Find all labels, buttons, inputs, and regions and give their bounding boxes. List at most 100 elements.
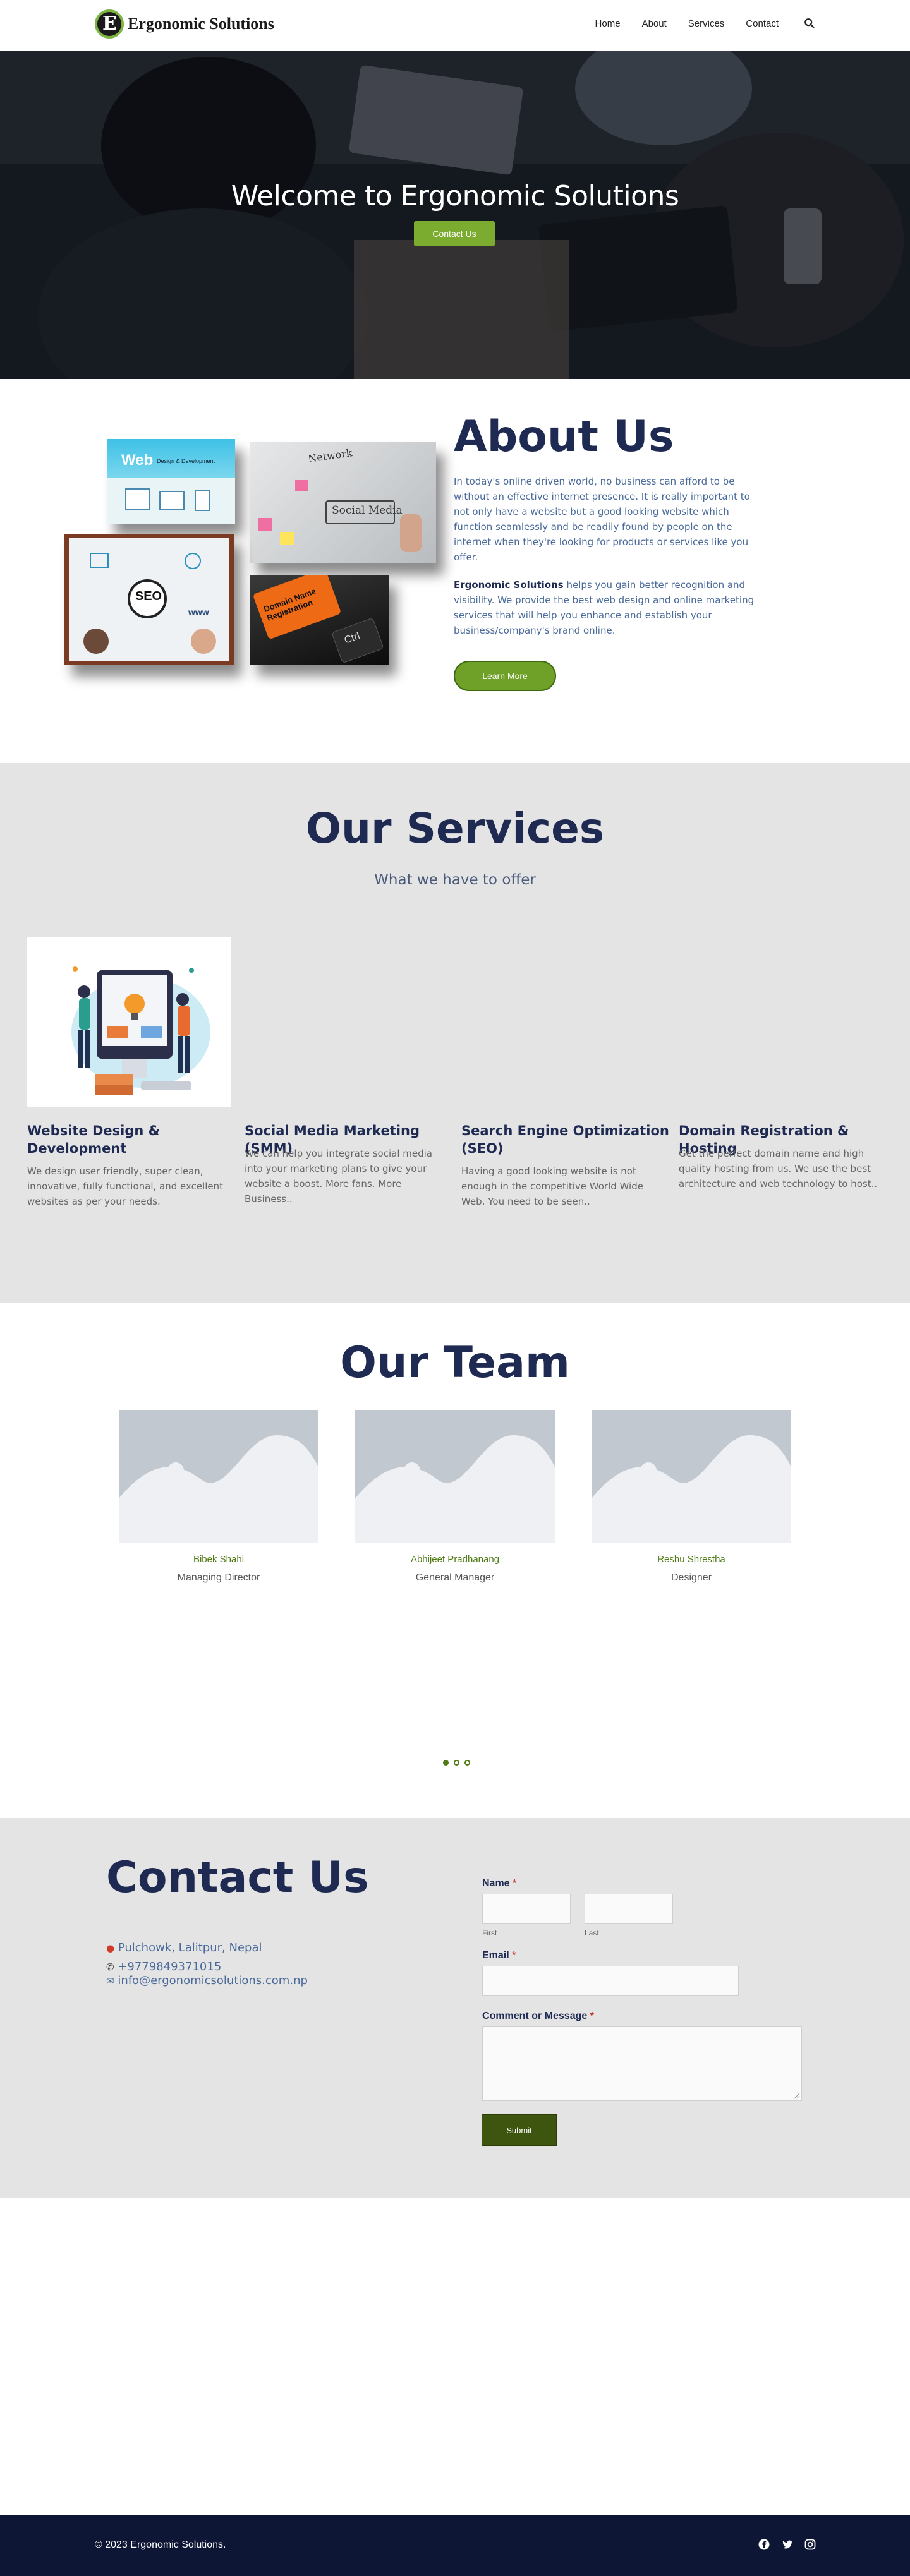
service-text-web-design: We design user friendly, super clean, in… [27, 1165, 224, 1207]
team-member-name: Reshu Shrestha [657, 1554, 725, 1565]
last-name-input[interactable] [585, 1894, 673, 1924]
name-label: Name * [482, 1878, 516, 1889]
hand-shape [191, 629, 216, 654]
team-member-photo [119, 1410, 318, 1543]
page: E Ergonomic Solutions Home About Service… [0, 0, 910, 2576]
team-member-photo [592, 1410, 791, 1543]
footer-copyright: © 2023 Ergonomic Solutions. [95, 2539, 226, 2550]
carousel-dot[interactable] [443, 1760, 449, 1766]
services-title: Our Services [305, 804, 605, 853]
resize-handle-icon[interactable] [794, 2093, 800, 2099]
logo-text: Ergonomic Solutions [128, 15, 274, 33]
web-image-subtitle: Design & Development [157, 458, 215, 464]
email-label: Email * [482, 1950, 516, 1961]
message-label-text: Comment or Message [482, 2011, 588, 2021]
required-mark: * [590, 2011, 594, 2021]
nav-home[interactable]: Home [595, 18, 621, 29]
contact-email: ✉ info@ergonomicsolutions.com.np [106, 1974, 308, 1988]
service-text-smm: We can help you integrate social media i… [245, 1148, 432, 1205]
site-footer: © 2023 Ergonomic Solutions. [0, 2515, 910, 2576]
services-subtitle: What we have to offer [374, 872, 536, 888]
domain-registration-image: Domain Name Registration Ctrl [250, 575, 389, 665]
about-company-name: Ergonomic Solutions [454, 579, 564, 591]
sticky-note [280, 532, 294, 545]
email-icon: ✉ [106, 1975, 114, 1987]
team-member-name: Bibek Shahi [193, 1554, 245, 1565]
team-member-role: General Manager [415, 1572, 495, 1583]
nav-contact[interactable]: Contact [746, 18, 779, 29]
contact-email-text: info@ergonomicsolutions.com.np [118, 1974, 308, 1987]
team-member-photo [355, 1410, 555, 1543]
main-nav: Home About Services Contact [574, 18, 815, 29]
hero-background-image [0, 51, 910, 379]
logo-mark: E [95, 9, 124, 39]
phone-shape [195, 490, 210, 511]
about-paragraph-2: Ergonomic Solutions helps you gain bette… [454, 577, 763, 638]
nav-services[interactable]: Services [688, 18, 725, 29]
site-header: E Ergonomic Solutions Home About Service… [0, 0, 910, 51]
contact-address: ● Pulchowk, Lalitpur, Nepal [106, 1941, 262, 1955]
tablet-shape [159, 491, 185, 510]
web-image-title: Web [121, 452, 154, 469]
about-title: About Us [454, 412, 674, 462]
nav-about[interactable]: About [642, 18, 667, 29]
sticky-note [295, 480, 308, 491]
carousel-dot[interactable] [464, 1760, 470, 1766]
contact-phone: ✆ +9779849371015 [106, 1960, 221, 1974]
twitter-icon[interactable] [781, 2538, 794, 2551]
team-member-name: Abhijeet Pradhanang [410, 1554, 500, 1565]
name-label-text: Name [482, 1878, 510, 1889]
seo-text: SEO [135, 589, 162, 603]
image-placeholder-icon [355, 1410, 555, 1543]
message-label: Comment or Message * [482, 2011, 594, 2022]
service-title-web-design: Website Design & Development [27, 1123, 160, 1156]
service-text-seo: Having a good looking website is not eno… [461, 1165, 643, 1207]
service-text-domain-hosting: Get the perfect domain name and high qua… [679, 1148, 878, 1189]
social-media-text: Social Media [332, 504, 403, 517]
submit-button[interactable]: Submit [482, 2114, 557, 2146]
first-name-sublabel: First [482, 1929, 497, 1937]
email-label-text: Email [482, 1950, 509, 1961]
contact-address-text: Pulchowk, Lalitpur, Nepal [118, 1941, 262, 1954]
carousel-dots [440, 1760, 473, 1766]
team-title: Our Team [340, 1338, 570, 1388]
www-text: www [188, 607, 209, 617]
hand-shape [400, 514, 422, 552]
sticky-note [258, 518, 272, 531]
hero-section: Welcome to Ergonomic Solutions Contact U… [0, 51, 910, 379]
facebook-icon[interactable] [758, 2538, 770, 2551]
instagram-icon[interactable] [804, 2538, 816, 2551]
map-pin-icon: ● [106, 1942, 115, 1954]
required-mark: * [512, 1950, 516, 1961]
email-input[interactable] [482, 1966, 739, 1996]
seo-image: SEO www [64, 534, 234, 665]
learn-more-button[interactable]: Learn More [454, 661, 556, 691]
required-mark: * [513, 1878, 517, 1889]
seo-icon-box [90, 553, 109, 568]
hand-shape [83, 629, 109, 654]
first-name-input[interactable] [482, 1894, 571, 1924]
search-icon[interactable] [804, 18, 815, 29]
social-media-image: Network Social Media [250, 442, 436, 563]
image-placeholder-icon [119, 1410, 318, 1543]
hero-contact-button[interactable]: Contact Us [414, 221, 495, 246]
image-placeholder-icon [592, 1410, 791, 1543]
logo-letter: E [102, 13, 117, 35]
contact-phone-text: +9779849371015 [118, 1960, 222, 1973]
contact-title: Contact Us [106, 1853, 369, 1903]
team-member-role: Managing Director [177, 1572, 260, 1583]
hero-title: Welcome to Ergonomic Solutions [231, 180, 679, 212]
web-design-illustration [27, 937, 231, 1107]
message-textarea[interactable] [482, 2026, 802, 2101]
web-design-illustration-svg [71, 966, 210, 1095]
service-title-seo: Search Engine Optimization (SEO) [461, 1123, 669, 1156]
site-logo[interactable]: E Ergonomic Solutions [95, 9, 274, 39]
seo-icon-circle [185, 553, 201, 569]
phone-icon: ✆ [106, 1961, 114, 1973]
carousel-dot[interactable] [454, 1760, 459, 1766]
web-design-image: Web Design & Development [107, 439, 235, 524]
monitor-shape [125, 488, 150, 510]
last-name-sublabel: Last [585, 1929, 599, 1937]
team-member-role: Designer [670, 1572, 712, 1583]
about-paragraph-1: In today's online driven world, no busin… [454, 476, 750, 563]
